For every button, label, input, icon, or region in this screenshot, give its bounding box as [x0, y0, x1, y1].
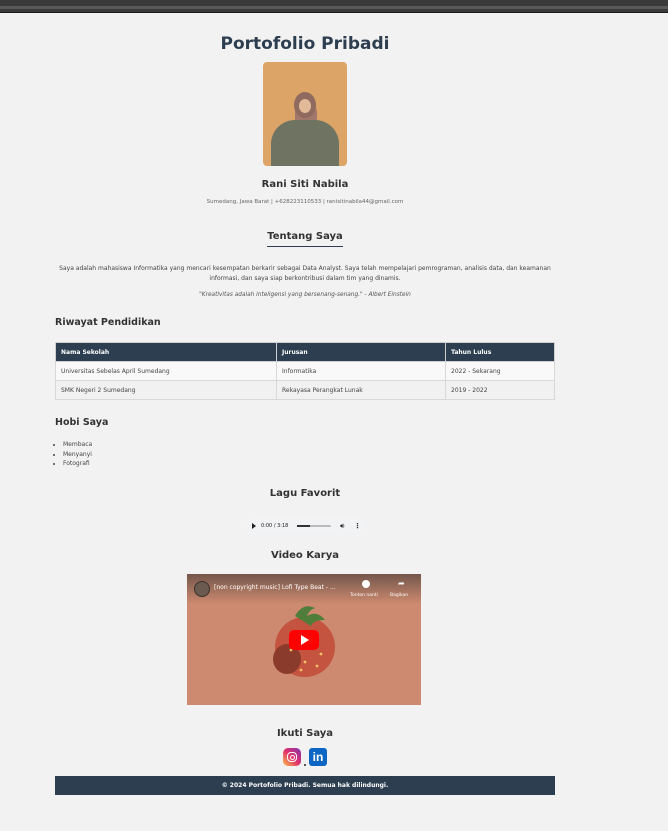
audio-seek-bar[interactable]	[297, 525, 331, 527]
photo-body	[271, 120, 339, 166]
table-cell: Informatika	[276, 361, 446, 381]
video-embed[interactable]: [non copyright music] Lofi Type Beat - .…	[187, 574, 421, 705]
table-cell: Rekayasa Perangkat Lunak	[276, 380, 446, 400]
about-heading: Tentang Saya	[55, 231, 555, 247]
table-cell: SMK Negeri 2 Sumedang	[55, 380, 277, 400]
separator-dot	[304, 764, 306, 766]
music-heading: Lagu Favorit	[269, 488, 341, 499]
table-cell: 2019 - 2022	[445, 380, 555, 400]
audio-time: 0:00 / 3:18	[261, 523, 289, 529]
social-links: in	[283, 748, 327, 768]
audio-progress	[297, 525, 310, 527]
profile-photo	[263, 62, 347, 166]
profile-contact: Sumedang, Jawa Barat | +628223110533 | r…	[206, 199, 404, 205]
clock-icon[interactable]	[362, 580, 370, 588]
list-item: Fotografi	[63, 459, 92, 469]
channel-avatar[interactable]	[194, 581, 210, 597]
table-header: Jurusan	[276, 342, 446, 362]
share-button[interactable]: Bagikan	[390, 593, 408, 598]
table-header: Nama Sekolah	[55, 342, 277, 362]
audio-player[interactable]: 0:00 / 3:18 🔊︎ ⋮	[245, 518, 365, 534]
page-title: Portofolio Pribadi	[220, 34, 390, 54]
video-heading: Video Karya	[271, 550, 339, 561]
hobbies-heading: Hobi Saya	[55, 417, 109, 428]
play-icon[interactable]	[252, 523, 256, 529]
volume-icon[interactable]: 🔊︎	[340, 522, 344, 531]
about-text: Saya adalah mahasiswa Informatika yang m…	[59, 265, 551, 282]
browser-top-bar	[0, 0, 668, 13]
more-options-icon[interactable]: ⋮	[354, 522, 361, 530]
table-cell: Universitas Sebelas April Sumedang	[55, 361, 277, 381]
instagram-icon[interactable]	[283, 748, 301, 766]
social-heading: Ikuti Saya	[276, 728, 334, 739]
list-item: Menyanyi	[63, 450, 92, 460]
education-table: Nama Sekolah Jurusan Tahun Lulus Univers…	[55, 342, 555, 400]
about-quote: "Kreativitas adalah inteligensi yang ber…	[199, 292, 411, 298]
youtube-play-icon[interactable]	[289, 630, 319, 650]
page-footer: © 2024 Portofolio Pribadi. Semua hak dil…	[55, 776, 555, 795]
list-item: Membaca	[63, 440, 92, 450]
table-row: SMK Negeri 2 Sumedang Rekayasa Perangkat…	[55, 380, 555, 400]
about-heading-text: Tentang Saya	[267, 231, 343, 247]
table-cell: 2022 - Sekarang	[445, 361, 555, 381]
table-header-row: Nama Sekolah Jurusan Tahun Lulus	[55, 342, 555, 362]
video-title[interactable]: [non copyright music] Lofi Type Beat - .…	[214, 584, 336, 591]
table-row: Universitas Sebelas April Sumedang Infor…	[55, 361, 555, 381]
watch-later-button[interactable]: Tonton nanti	[350, 593, 378, 598]
table-header: Tahun Lulus	[445, 342, 555, 362]
share-icon[interactable]: ➦	[398, 579, 405, 588]
education-heading: Riwayat Pendidikan	[55, 317, 161, 328]
linkedin-icon[interactable]: in	[309, 748, 327, 766]
profile-name: Rani Siti Nabila	[261, 179, 349, 190]
hobbies-list: Membaca Menyanyi Fotografi	[55, 440, 92, 469]
photo-face	[299, 99, 311, 113]
